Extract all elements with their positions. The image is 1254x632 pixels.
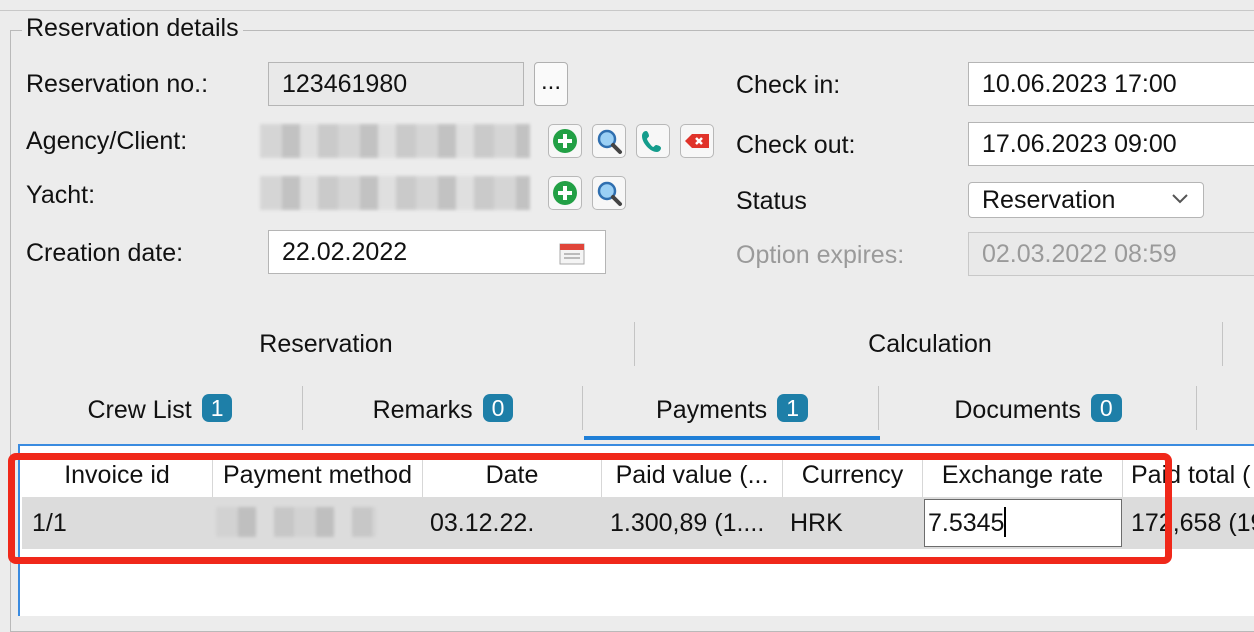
section-title: Reservation details bbox=[22, 14, 243, 43]
crew-count-badge: 1 bbox=[201, 394, 233, 422]
check-out-field[interactable]: 17.06.2023 09:00 bbox=[968, 122, 1254, 166]
remove-agency-button[interactable] bbox=[680, 124, 714, 158]
calendar-icon[interactable] bbox=[559, 241, 585, 265]
tab-payments-label: Payments bbox=[656, 396, 768, 424]
top-divider bbox=[0, 10, 1254, 11]
tab-remarks[interactable]: Remarks 0 bbox=[304, 394, 582, 425]
tab-separator bbox=[1196, 386, 1197, 430]
agency-client-label: Agency/Client: bbox=[26, 127, 188, 155]
active-tab-indicator bbox=[584, 436, 880, 440]
tab-documents-label: Documents bbox=[954, 396, 1081, 424]
remove-tag-icon bbox=[685, 134, 709, 148]
phone-icon bbox=[642, 131, 661, 152]
tab-documents[interactable]: Documents 0 bbox=[880, 394, 1196, 425]
status-selected-value: Reservation bbox=[982, 186, 1116, 214]
yacht-value-redacted bbox=[260, 176, 530, 210]
tab-separator bbox=[878, 386, 879, 430]
tab-calculation[interactable]: Calculation bbox=[636, 330, 1224, 359]
documents-count-badge: 0 bbox=[1090, 394, 1122, 422]
check-in-field[interactable]: 10.06.2023 17:00 bbox=[968, 62, 1254, 106]
status-select[interactable]: Reservation bbox=[968, 182, 1204, 218]
check-in-label: Check in: bbox=[736, 71, 841, 99]
chevron-down-icon bbox=[1172, 194, 1188, 204]
tab-crew-list[interactable]: Crew List 1 bbox=[18, 394, 302, 425]
creation-date-value: 22.02.2022 bbox=[282, 238, 408, 266]
option-expires-field: 02.03.2022 08:59 bbox=[968, 232, 1254, 276]
check-out-label: Check out: bbox=[736, 131, 856, 159]
option-expires-label: Option expires: bbox=[736, 241, 905, 269]
add-icon bbox=[553, 129, 577, 153]
tab-reservation[interactable]: Reservation bbox=[18, 330, 634, 359]
tab-separator bbox=[634, 322, 635, 366]
reservation-lookup-button[interactable]: ... bbox=[534, 62, 568, 106]
reservation-no-label: Reservation no.: bbox=[26, 70, 209, 98]
add-yacht-button[interactable] bbox=[548, 176, 582, 210]
creation-date-field[interactable]: 22.02.2022 bbox=[268, 230, 606, 274]
tab-separator bbox=[1222, 322, 1223, 366]
creation-date-label: Creation date: bbox=[26, 239, 184, 267]
call-agency-button[interactable] bbox=[636, 124, 670, 158]
remarks-count-badge: 0 bbox=[482, 394, 514, 422]
add-agency-button[interactable] bbox=[548, 124, 582, 158]
tab-remarks-label: Remarks bbox=[372, 396, 473, 424]
highlight-annotation bbox=[8, 453, 1172, 564]
reservation-no-field[interactable]: 123461980 bbox=[268, 62, 524, 106]
payments-count-badge: 1 bbox=[777, 394, 808, 422]
status-label: Status bbox=[736, 187, 807, 215]
agency-client-value-redacted bbox=[260, 124, 530, 158]
search-yacht-button[interactable] bbox=[592, 176, 626, 210]
tab-payments[interactable]: Payments 1 bbox=[584, 394, 880, 425]
search-icon bbox=[597, 181, 622, 206]
search-agency-button[interactable] bbox=[592, 124, 626, 158]
tab-crew-list-label: Crew List bbox=[87, 396, 192, 424]
yacht-label: Yacht: bbox=[26, 181, 96, 209]
search-icon bbox=[597, 129, 622, 154]
tab-separator bbox=[582, 386, 583, 430]
add-icon bbox=[553, 181, 577, 205]
tab-separator bbox=[302, 386, 303, 430]
